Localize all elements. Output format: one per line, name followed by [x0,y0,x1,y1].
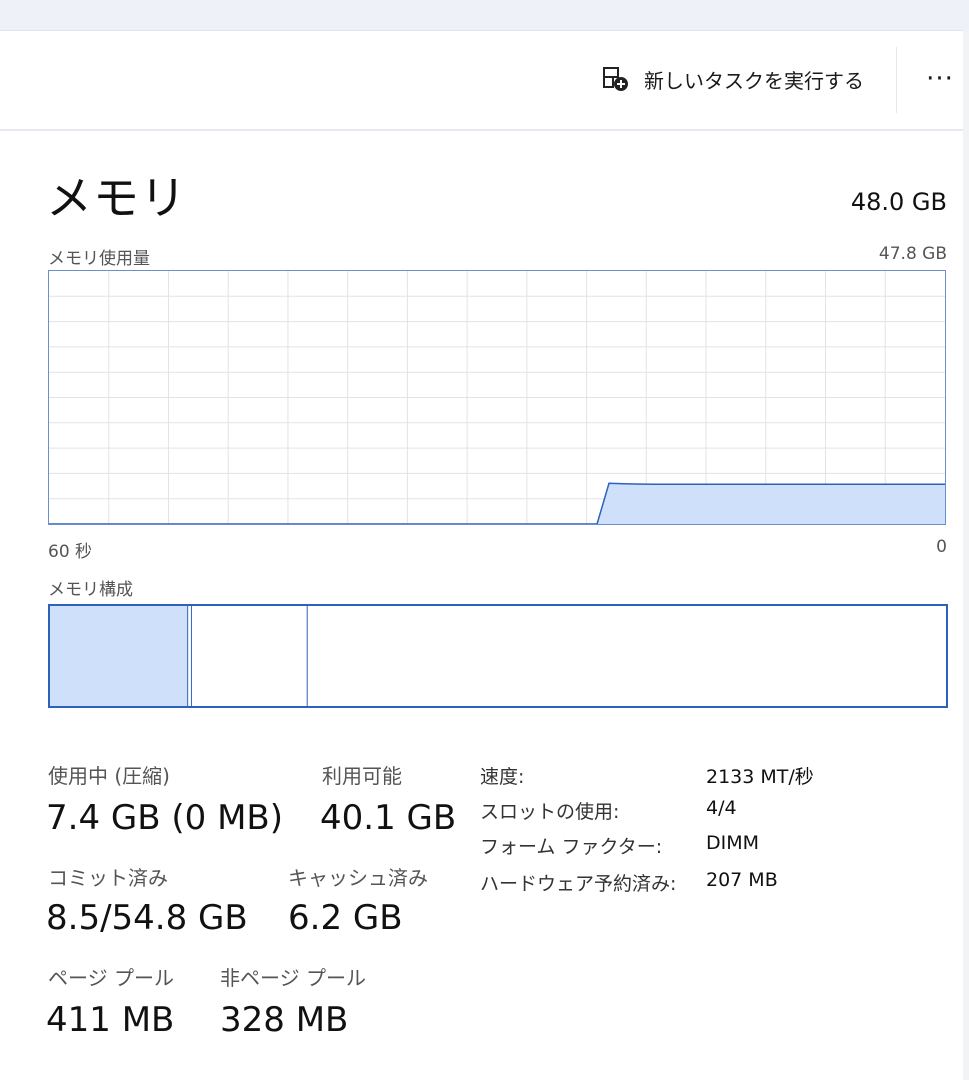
more-options-icon: ··· [926,64,954,94]
memory-usage-chart [49,271,945,524]
in-use-value: 7.4 GB (0 MB) [46,798,283,838]
nonpaged-pool-label: 非ページ プール [220,966,366,990]
speed-label: 速度: [480,766,525,788]
usage-max-label: 47.8 GB [878,244,947,264]
hardware-reserved-value: 207 MB [706,869,778,891]
form-factor-label: フォーム ファクター: [480,836,663,858]
hardware-reserved-label: ハードウェア予約済み: [480,873,677,895]
more-options-button[interactable]: ··· [920,61,960,97]
composition-segment [191,606,308,706]
run-task-icon [603,67,628,91]
cached-label: キャッシュ済み [288,866,428,890]
form-factor-value: DIMM [706,832,760,854]
slots-value: 4/4 [706,797,737,819]
page-title: メモリ [46,171,187,225]
title-bar-strip [0,0,969,31]
total-memory: 48.0 GB [850,188,947,216]
toolbar: 新しいタスクを実行する ··· [0,31,969,131]
paged-pool-value: 411 MB [46,1000,175,1040]
cached-value: 6.2 GB [288,898,403,938]
time-axis-left: 60 秒 [48,542,93,562]
toolbar-divider [896,47,897,113]
committed-label: コミット済み [48,866,168,890]
available-value: 40.1 GB [320,798,457,838]
time-axis-right: 0 [936,537,947,557]
composition-segment [50,606,189,706]
usage-area [49,483,945,524]
run-new-task-button[interactable]: 新しいタスクを実行する [592,57,872,101]
memory-composition-bar [48,604,948,708]
composition-segment [307,606,946,706]
speed-value: 2133 MT/秒 [706,766,814,788]
usage-label: メモリ使用量 [48,249,150,269]
available-label: 利用可能 [322,764,402,788]
committed-value: 8.5/54.8 GB [46,898,248,938]
composition-label: メモリ構成 [48,580,133,600]
run-new-task-label: 新しいタスクを実行する [644,68,864,93]
paged-pool-label: ページ プール [48,966,174,990]
nonpaged-pool-value: 328 MB [220,1000,349,1040]
memory-composition-chart [50,606,946,706]
slots-label: スロットの使用: [480,801,620,823]
in-use-label: 使用中 (圧縮) [48,764,170,788]
scrollbar-track[interactable] [963,30,969,1080]
memory-usage-graph [48,270,946,525]
